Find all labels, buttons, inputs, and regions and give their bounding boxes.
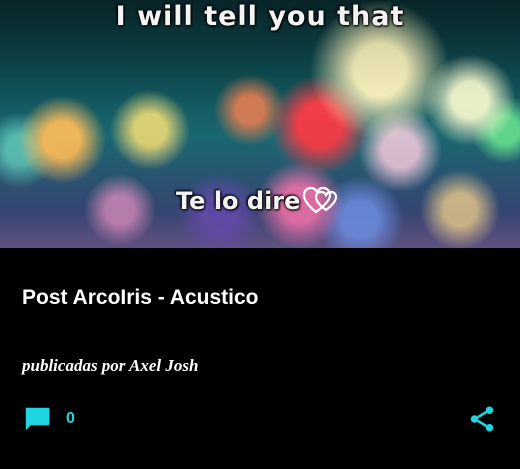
post-hero-image[interactable]: I will tell you that Te lo dire	[0, 0, 520, 248]
post-card: I will tell you that Te lo dire Post Arc…	[0, 0, 520, 469]
share-button[interactable]	[467, 404, 497, 434]
post-title-link[interactable]: Post ArcoIris - Acustico	[22, 285, 259, 311]
comment-count: 0	[66, 410, 75, 427]
post-byline: publicadas por Axel Josh	[22, 356, 199, 375]
hero-caption-spanish: Te lo dire	[176, 185, 342, 217]
comments-button[interactable]: 0	[22, 404, 75, 434]
hero-caption-english: I will tell you that	[115, 1, 405, 32]
hero-caption-spanish-text: Te lo dire	[176, 187, 301, 215]
comment-icon	[25, 407, 50, 431]
share-icon	[470, 406, 494, 432]
double-heart-icon	[302, 185, 342, 217]
